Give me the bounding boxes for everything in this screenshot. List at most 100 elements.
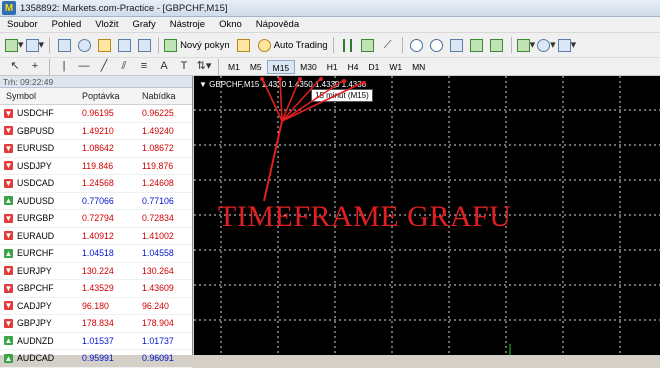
trendline-button[interactable]: ╱ <box>95 58 113 76</box>
line-chart-button[interactable]: ⟋ <box>379 36 397 54</box>
market-watch-button[interactable] <box>55 36 73 54</box>
horizontal-line-icon: — <box>78 60 90 72</box>
indicators-button[interactable]: ▾ <box>516 36 535 54</box>
market-watch-row[interactable]: ▼ GBPJPY 178.834 178.904 <box>0 315 192 333</box>
app-logo-icon: M <box>2 1 16 15</box>
chevron-down-icon: ▾ <box>550 38 556 51</box>
menu-bar: Soubor Pohled Vložit Grafy Nástroje Okno… <box>0 17 660 33</box>
row-symbol: AUDNZD <box>17 335 54 346</box>
arrows-button[interactable]: ⇅ ▾ <box>195 58 213 76</box>
vertical-line-button[interactable]: | <box>55 58 73 76</box>
timeframe-h4[interactable]: H4 <box>343 60 364 74</box>
text-label-button[interactable]: T <box>175 58 193 76</box>
column-ask[interactable]: Nabídka <box>134 91 192 101</box>
timeframe-m5[interactable]: M5 <box>245 60 267 74</box>
channel-button[interactable]: ⫽ <box>115 58 133 76</box>
market-watch-row[interactable]: ▼ USDCHF 0.96195 0.96225 <box>0 105 192 123</box>
data-window-button[interactable] <box>75 36 93 54</box>
navigator-button[interactable] <box>95 36 113 54</box>
zoom-in-icon <box>410 38 424 52</box>
market-watch-row[interactable]: ▼ EURAUD 1.40912 1.41002 <box>0 228 192 245</box>
chart-window[interactable]: ▼ GBPCHF,M15 1.4330 1.4350 1.4330 1.4330… <box>194 76 660 355</box>
market-watch-row[interactable]: ▼ GBPUSD 1.49210 1.49240 <box>0 123 192 140</box>
menu-napoveda[interactable]: Nápověda <box>249 17 306 33</box>
menu-soubor[interactable]: Soubor <box>0 17 45 33</box>
row-bid: 130.224 <box>82 265 114 276</box>
annotation-arrow <box>279 77 283 122</box>
new-chart-button[interactable]: ▾ <box>5 36 24 54</box>
market-watch-row[interactable]: ▼ CADJPY 96.180 96.240 <box>0 298 192 315</box>
timeframe-h1[interactable]: H1 <box>322 60 343 74</box>
cursor-icon: ↖ <box>10 60 20 72</box>
market-watch-row[interactable]: ▼ USDCAD 1.24568 1.24608 <box>0 175 192 193</box>
candlestick-button[interactable] <box>359 36 377 54</box>
timeframe-w1[interactable]: W1 <box>384 60 407 74</box>
fibonacci-button[interactable]: ≡ <box>135 58 153 76</box>
market-watch-row[interactable]: ▼ USDJPY 119.846 119.876 <box>0 158 192 175</box>
row-ask: 1.08672 <box>142 143 174 154</box>
templates-button[interactable]: ▾ <box>557 36 577 54</box>
market-watch-row[interactable]: ▼ EURUSD 1.08642 1.08672 <box>0 140 192 158</box>
new-order-label: Nový pokyn <box>180 39 230 51</box>
market-watch-row[interactable]: ▼ EURGBP 0.72794 0.72834 <box>0 210 192 228</box>
timeframe-d1[interactable]: D1 <box>363 60 384 74</box>
new-order-icon <box>164 38 178 52</box>
market-watch-row[interactable]: ▲ AUDNZD 1.01537 1.01737 <box>0 333 192 350</box>
crosshair-button[interactable]: + <box>26 58 44 76</box>
row-ask: 178.904 <box>142 318 174 329</box>
market-watch-row[interactable]: ▼ EURJPY 130.224 130.264 <box>0 263 192 280</box>
tile-windows-button[interactable] <box>448 36 466 54</box>
column-symbol[interactable]: Symbol <box>0 91 76 101</box>
row-symbol-cell: ▼ CADJPY <box>0 301 76 311</box>
menu-okno[interactable]: Okno <box>212 17 249 33</box>
arrows-icon: ⇅ <box>196 60 206 72</box>
arrow-down-icon: ▼ <box>4 301 13 311</box>
zoom-out-button[interactable] <box>428 36 446 54</box>
auto-trading-button[interactable]: Auto Trading <box>257 36 328 54</box>
row-ask: 0.77106 <box>142 195 174 206</box>
terminal-icon <box>117 38 131 52</box>
new-order-button[interactable]: Nový pokyn <box>164 36 230 54</box>
candlestick-icon <box>361 38 375 52</box>
timeframe-m30[interactable]: M30 <box>295 60 322 74</box>
market-watch-row[interactable]: ▲ AUDCAD 0.95991 0.96091 <box>0 350 192 368</box>
bar-chart-button[interactable] <box>339 36 357 54</box>
row-symbol: GBPJPY <box>17 318 52 329</box>
timeframe-m1[interactable]: M1 <box>223 60 245 74</box>
toolbar-divider <box>49 58 50 75</box>
profiles-button[interactable]: ▾ <box>25 36 44 54</box>
chevron-down-icon: ▾ <box>570 38 577 51</box>
row-symbol-cell: ▼ GBPCHF <box>0 283 76 293</box>
cursor-button[interactable]: ↖ <box>6 58 24 76</box>
toolbar-divider <box>332 37 334 53</box>
auto-trading-icon <box>257 38 271 52</box>
market-watch-row[interactable]: ▲ AUDUSD 0.77066 0.77106 <box>0 193 192 210</box>
metaeditor-button[interactable] <box>235 36 253 54</box>
text-button[interactable]: A <box>155 58 173 76</box>
row-symbol-cell: ▲ EURCHF <box>0 248 76 258</box>
menu-vlozit[interactable]: Vložit <box>88 17 125 33</box>
row-symbol-cell: ▼ USDCHF <box>0 108 76 118</box>
arrow-up-icon: ▲ <box>4 353 13 363</box>
market-watch-header: Symbol Poptávka Nabídka <box>0 88 192 105</box>
strategy-tester-button[interactable] <box>135 36 153 54</box>
menu-nastroje[interactable]: Nástroje <box>163 17 212 33</box>
arrow-down-icon: ▼ <box>4 143 13 153</box>
terminal-button[interactable] <box>115 36 133 54</box>
row-symbol-cell: ▼ EURGBP <box>0 213 76 223</box>
menu-grafy[interactable]: Grafy <box>125 17 162 33</box>
market-watch-row[interactable]: ▼ GBPCHF 1.43529 1.43609 <box>0 280 192 298</box>
row-bid: 178.834 <box>82 318 114 329</box>
zoom-in-button[interactable] <box>408 36 426 54</box>
auto-scroll-button[interactable] <box>468 36 486 54</box>
timeframe-m15[interactable]: M15 <box>266 59 296 74</box>
chart-shift-button[interactable] <box>488 36 506 54</box>
timeframe-mn[interactable]: MN <box>407 60 430 74</box>
profiles-icon <box>25 38 39 52</box>
periods-button[interactable]: ▾ <box>537 36 556 54</box>
row-symbol-cell: ▼ EURJPY <box>0 266 76 276</box>
horizontal-line-button[interactable]: — <box>75 58 93 76</box>
column-bid[interactable]: Poptávka <box>76 91 134 101</box>
menu-pohled[interactable]: Pohled <box>45 17 89 33</box>
market-watch-row[interactable]: ▲ EURCHF 1.04518 1.04558 <box>0 245 192 263</box>
